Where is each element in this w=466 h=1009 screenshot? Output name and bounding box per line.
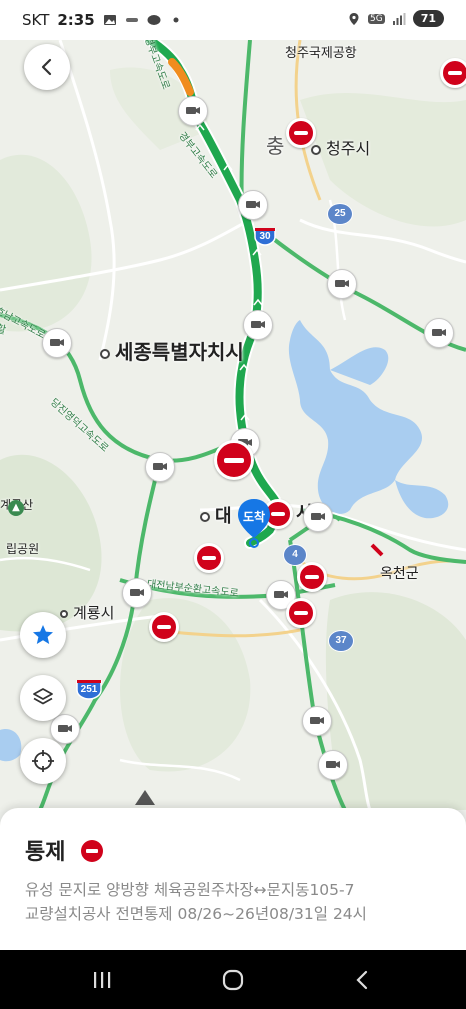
place-label-cheongju: 청주시 xyxy=(311,135,370,159)
road-closure-selected-icon[interactable] xyxy=(214,440,254,480)
time-label: 2:35 xyxy=(57,11,95,29)
location-icon xyxy=(349,12,359,25)
road-closure-icon[interactable] xyxy=(297,562,327,592)
place-label-sejong: 세종특별자치시 xyxy=(100,336,244,365)
route-shield-37: 37 xyxy=(328,630,354,652)
speed-camera-icon[interactable] xyxy=(243,310,273,340)
route-shield-25: 25 xyxy=(327,203,353,225)
speed-camera-icon[interactable] xyxy=(327,269,357,299)
road-closure-icon[interactable] xyxy=(194,543,224,573)
cheongju-text: 청주시 xyxy=(326,141,371,158)
back-arrow-icon xyxy=(41,58,52,76)
road-closure-icon[interactable] xyxy=(149,612,179,642)
road-closure-icon[interactable] xyxy=(286,598,316,628)
speed-camera-icon[interactable] xyxy=(122,578,152,608)
shield-number: 4 xyxy=(292,549,298,560)
place-dot-icon xyxy=(311,144,321,155)
closure-info-sheet[interactable]: 통제 유성 문지로 양방향 체육공원주차장↔문지동105-7 교량설치공사 전면… xyxy=(0,808,466,950)
crosshair-icon xyxy=(32,750,54,772)
gallery-icon xyxy=(103,15,116,25)
battery-level: 71 xyxy=(412,10,444,27)
app-notification-icon xyxy=(125,18,138,22)
road-closure-icon[interactable] xyxy=(440,58,466,88)
place-dot-icon xyxy=(60,610,68,619)
place-dot-icon xyxy=(100,348,110,359)
daejeon-left-text: 대 xyxy=(215,506,232,526)
speed-camera-icon[interactable] xyxy=(302,706,332,736)
sheet-title-text: 통제 xyxy=(25,840,66,865)
sheet-description: 유성 문지로 양방향 체육공원주차장↔문지동105-7 교량설치공사 전면통제 … xyxy=(25,878,445,926)
place-label-gyeryong: 계룡시 xyxy=(60,602,114,623)
map-view[interactable]: 청주국제공항 충 청주시 세종특별자치시 대 시 옥천군 계룡시 계룡산 립공원… xyxy=(0,40,466,810)
shield-number: 37 xyxy=(335,635,347,646)
shield-number: 251 xyxy=(80,684,98,695)
place-label-airport: 청주국제공항 xyxy=(285,45,357,60)
home-icon[interactable] xyxy=(221,968,245,992)
sheet-desc-line2: 교량설치공사 전면통제 08/26~26년08/31일 24시 xyxy=(25,905,367,923)
layers-icon xyxy=(33,688,53,705)
back-nav-icon[interactable] xyxy=(352,969,374,991)
speed-camera-icon[interactable] xyxy=(178,96,208,126)
locate-button[interactable] xyxy=(20,738,66,784)
back-button[interactable] xyxy=(24,44,70,90)
speed-camera-icon[interactable] xyxy=(42,328,72,358)
status-bar: SKT 2:35 5G 71 xyxy=(0,0,466,40)
system-nav-bar xyxy=(0,950,466,1009)
speed-camera-icon[interactable] xyxy=(303,502,333,532)
place-label-okcheon: 옥천군 xyxy=(380,565,419,581)
recent-apps-icon[interactable] xyxy=(91,969,113,991)
talk-icon xyxy=(147,15,161,25)
road-closure-icon[interactable] xyxy=(286,118,316,148)
star-icon xyxy=(33,625,53,644)
route-shield-4: 4 xyxy=(283,544,307,566)
carrier-label: SKT xyxy=(22,11,50,29)
network-label: 5G xyxy=(367,13,385,24)
sheet-title: 통제 xyxy=(25,834,104,866)
road-closure-icon xyxy=(81,840,104,862)
speed-camera-icon[interactable] xyxy=(318,750,348,780)
route-shield-251: 251 xyxy=(76,678,102,704)
shield-number: 25 xyxy=(334,208,346,219)
layers-button[interactable] xyxy=(20,675,66,721)
speed-camera-icon[interactable] xyxy=(424,318,454,348)
signal-icon xyxy=(392,12,406,25)
destination-pin[interactable]: 도착 xyxy=(236,498,272,548)
place-label-chungju-partial: 충 xyxy=(266,136,285,158)
place-label-daejeon-left: 대 xyxy=(200,502,232,528)
park-icon: ▲ xyxy=(8,500,24,516)
gyeryong-text: 계룡시 xyxy=(73,605,115,622)
favorite-button[interactable] xyxy=(20,612,66,658)
sejong-text: 세종특별자치시 xyxy=(115,342,244,364)
shield-number: 30 xyxy=(259,231,271,242)
speed-camera-icon[interactable] xyxy=(145,452,175,482)
route-shield-30: 30 xyxy=(254,226,276,250)
place-dot-icon xyxy=(200,512,210,523)
sheet-desc-line1: 유성 문지로 양방향 체육공원주차장↔문지동105-7 xyxy=(25,881,355,899)
more-dot-icon xyxy=(173,17,179,23)
park-label-bottom: 립공원 xyxy=(6,542,40,556)
destination-badge: 도착 xyxy=(242,510,266,524)
speed-camera-icon[interactable] xyxy=(238,190,268,220)
speed-camera-icon[interactable] xyxy=(50,714,80,744)
